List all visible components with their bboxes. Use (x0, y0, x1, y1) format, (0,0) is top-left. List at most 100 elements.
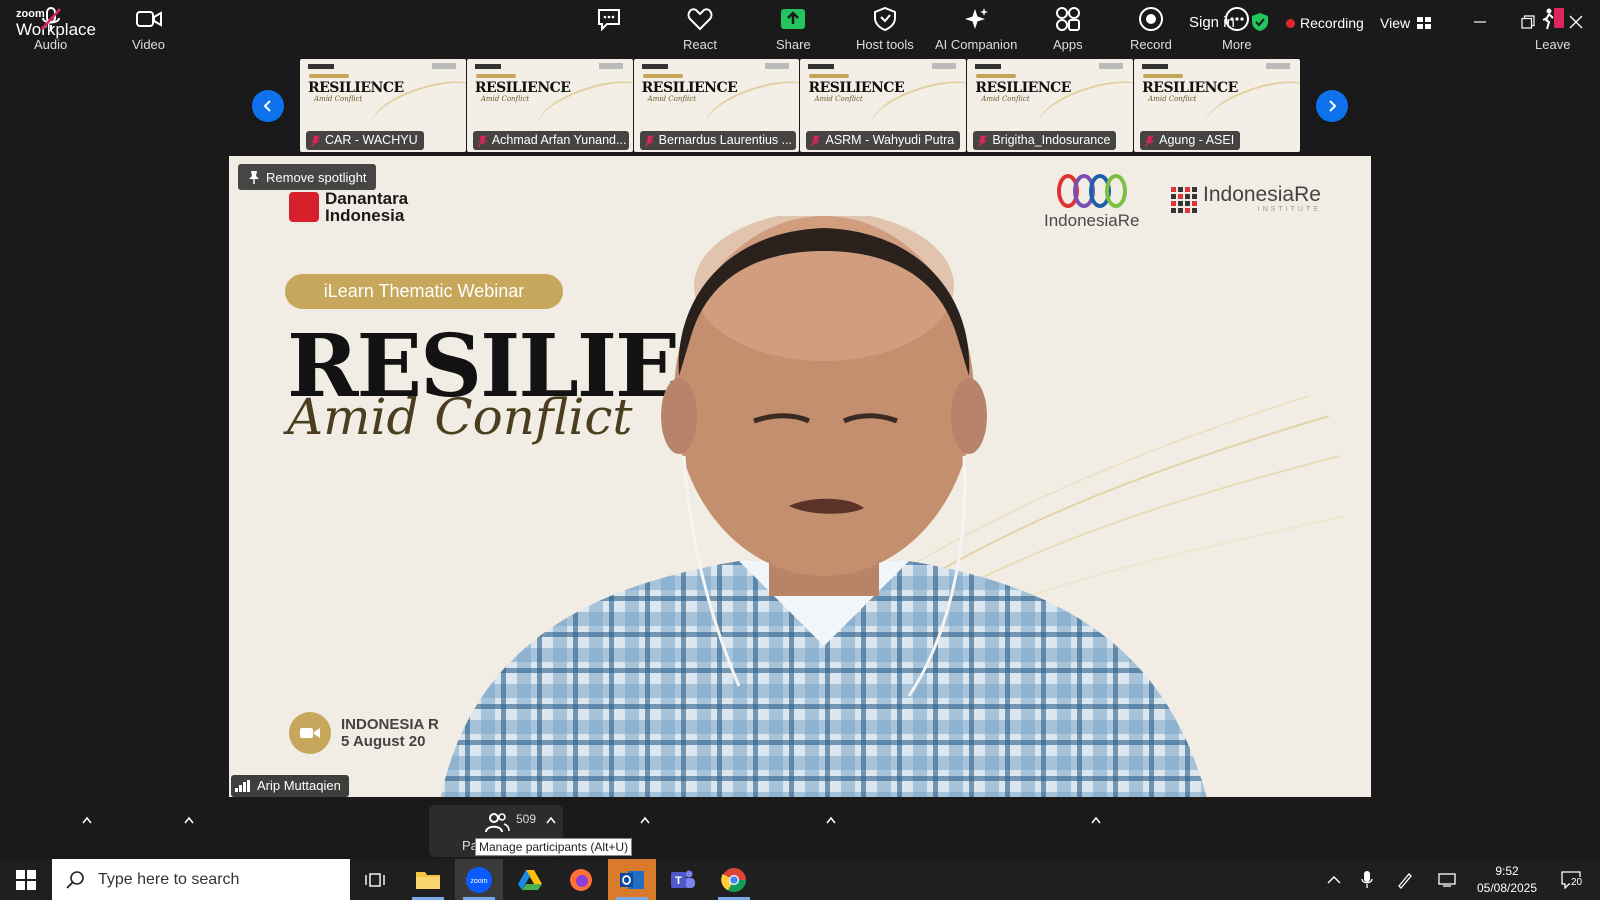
react-label: React (683, 37, 717, 52)
grid-view-icon (1417, 17, 1432, 29)
react-button[interactable]: React (683, 6, 717, 54)
video-button[interactable]: Video (132, 6, 165, 54)
more-button[interactable]: More (1222, 6, 1252, 54)
remove-spotlight-label: Remove spotlight (266, 169, 367, 185)
participant-name-tag: ASRM - Wahyudi Putra (806, 131, 961, 150)
participant-name: Agung - ASEI (1159, 133, 1235, 147)
chrome-icon[interactable] (710, 859, 758, 900)
taskbar-clock[interactable]: 9:52 05/08/2025 (1467, 863, 1547, 897)
teams-icon[interactable]: T (659, 859, 707, 900)
apps-icon (1055, 7, 1080, 31)
participants-count: 509 (516, 812, 537, 826)
leave-button[interactable]: Leave (1535, 6, 1570, 54)
file-explorer-icon[interactable] (404, 859, 452, 900)
participant-thumbnail[interactable]: RESILIENCE Amid Conflict CAR - WACHYU (300, 59, 466, 152)
thumb-slide-title: RESILIENCE (1142, 80, 1238, 96)
thumb-badge (976, 74, 1017, 78)
chat-button[interactable] (596, 6, 622, 54)
zoom-taskbar-icon[interactable]: zoom (455, 859, 503, 900)
speaker-name: Arip Muttaqien (257, 778, 341, 793)
pin-icon (249, 171, 259, 184)
spotlight-video[interactable]: Danantara Indonesia IndonesiaRe Indonesi… (229, 156, 1371, 797)
show-hidden-icons-chevron-up-icon[interactable] (1323, 869, 1345, 891)
participants-tooltip: Manage participants (Alt+U) (475, 838, 633, 856)
participant-name: Achmad Arfan Yunand... (491, 133, 627, 147)
participant-thumbnail[interactable]: RESILIENCE Amid Conflict Agung - ASEI (1134, 59, 1300, 152)
next-page-button[interactable] (1316, 90, 1348, 122)
participants-options-chevron-up-icon[interactable] (546, 816, 556, 824)
apps-label: Apps (1053, 37, 1083, 52)
participant-thumbnail[interactable]: RESILIENCE Amid Conflict ASRM - Wahyudi Pu… (800, 59, 967, 152)
muted-mic-icon (1145, 134, 1155, 147)
more-dots-icon (1224, 7, 1249, 31)
leave-door-icon (1542, 8, 1564, 30)
muted-mic-icon (978, 134, 988, 147)
thumb-partner-logo (431, 63, 456, 69)
ai-companion-button[interactable]: AI Companion (935, 6, 1017, 54)
remove-spotlight-button[interactable]: Remove spotlight (238, 164, 377, 190)
pen-tray-icon[interactable] (1394, 869, 1416, 891)
participant-name-tag: CAR - WACHYU (306, 131, 424, 150)
leave-label: Leave (1535, 37, 1571, 52)
audio-button[interactable]: Audio (34, 6, 67, 54)
chat-options-chevron-up-icon[interactable] (640, 816, 650, 824)
svg-text:zoom: zoom (470, 878, 487, 885)
meeting-toolbar (0, 800, 1600, 859)
microphone-tray-icon[interactable] (1356, 869, 1378, 891)
task-view-icon[interactable] (351, 859, 399, 900)
thumb-slide-subtitle: Amid Conflict (480, 95, 530, 103)
thumb-slide-subtitle: Amid Conflict (981, 95, 1030, 103)
taskbar-search-box[interactable]: Type here to search (52, 859, 350, 900)
windows-start-icon[interactable] (2, 859, 50, 900)
notifications-icon[interactable]: 20 (1556, 869, 1586, 891)
institute-logo-sub: INSTITUTE (1257, 206, 1321, 213)
participant-thumbnail[interactable]: RESILIENCE Amid Conflict Bernardus Laurent… (633, 59, 800, 152)
taskbar-search-placeholder: Type here to search (98, 870, 240, 888)
speaker-name-tag: Arip Muttaqien (231, 775, 349, 797)
recording-indicator[interactable]: Recording (1286, 15, 1364, 31)
firefox-icon[interactable] (557, 859, 605, 900)
thumb-partner-logo (1099, 63, 1124, 69)
thumb-slide-subtitle: Amid Conflict (814, 95, 863, 103)
audio-options-chevron-up-icon[interactable] (82, 816, 92, 824)
apps-options-chevron-up-icon[interactable] (1091, 816, 1101, 824)
dot-grid-icon (1171, 186, 1197, 213)
recording-dot-icon (1286, 18, 1295, 28)
participant-name-tag: Achmad Arfan Yunand... (472, 131, 629, 150)
share-options-chevron-up-icon[interactable] (826, 816, 836, 824)
thumb-partner-logo (932, 63, 957, 69)
participant-thumbnail[interactable]: RESILIENCE Amid Conflict Achmad Arfan Yuna… (466, 59, 633, 152)
record-button[interactable]: Record (1130, 6, 1172, 54)
participant-thumbnail[interactable]: RESILIENCE Amid Conflict Brigitha_Indosura… (967, 59, 1134, 152)
apps-button[interactable]: Apps (1053, 6, 1083, 54)
thumb-org-logo (641, 64, 668, 69)
thumb-slide-title: RESILIENCE (808, 80, 905, 96)
participant-name-tag: Bernardus Laurentius ... (639, 131, 796, 150)
record-icon (1138, 7, 1163, 31)
participant-name-tag: Brigitha_Indosurance (973, 131, 1117, 150)
display-tray-icon[interactable] (1436, 869, 1458, 891)
view-label: View (1380, 15, 1411, 31)
host-tools-label: Host tools (856, 37, 914, 52)
signal-strength-icon (235, 780, 250, 792)
prev-page-button[interactable] (252, 90, 284, 122)
share-button[interactable]: Share (776, 6, 811, 54)
thumb-slide-subtitle: Amid Conflict (647, 95, 697, 103)
thumb-slide-subtitle: Amid Conflict (314, 95, 363, 103)
minimize-icon[interactable] (1468, 10, 1492, 34)
ai-companion-label: AI Companion (935, 37, 1018, 52)
zoom-camera-icon (289, 712, 331, 754)
thumb-org-logo (308, 64, 334, 69)
danantara-logo: Danantara Indonesia (289, 190, 408, 224)
video-options-chevron-up-icon[interactable] (184, 816, 194, 824)
participant-name: Brigitha_Indosurance (992, 133, 1111, 147)
google-drive-icon[interactable] (506, 859, 554, 900)
heart-icon (687, 8, 713, 31)
host-tools-button[interactable]: Host tools (856, 6, 914, 54)
outlook-icon[interactable] (608, 859, 656, 900)
participants-icon (485, 813, 510, 833)
institute-logo-text: IndonesiaRe (1203, 183, 1321, 206)
danantara-logo-line1: Danantara (325, 189, 409, 208)
security-shield-icon[interactable] (1250, 12, 1270, 32)
view-button[interactable]: View (1380, 15, 1432, 31)
